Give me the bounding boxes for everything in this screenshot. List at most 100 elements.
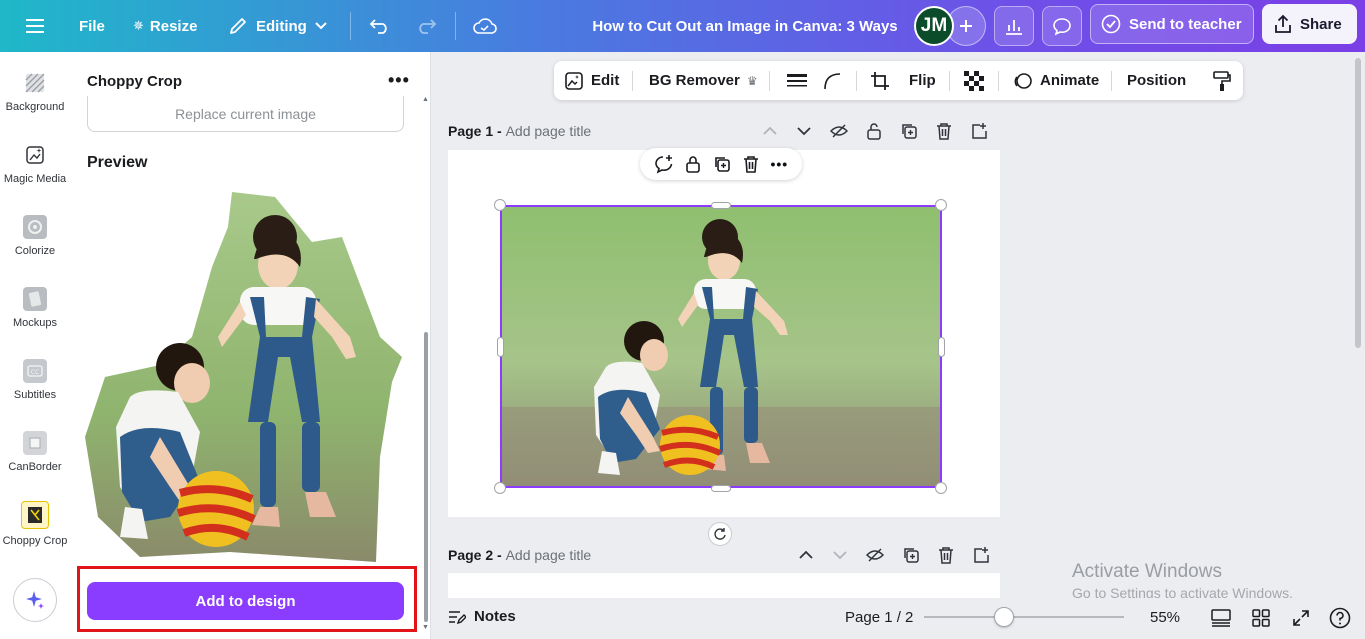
undo-icon[interactable] bbox=[369, 0, 391, 52]
resize-handle-bottom[interactable] bbox=[711, 485, 731, 492]
page-1-actions bbox=[762, 122, 988, 140]
file-menu[interactable]: File bbox=[79, 0, 105, 52]
comments-button[interactable] bbox=[1042, 6, 1082, 46]
insights-button[interactable] bbox=[994, 6, 1034, 46]
editing-mode-button[interactable]: Editing bbox=[228, 0, 327, 52]
choppy-crop-icon bbox=[21, 501, 49, 529]
trash-icon[interactable] bbox=[743, 155, 759, 173]
crop-icon[interactable] bbox=[870, 61, 890, 100]
add-page-icon[interactable] bbox=[972, 546, 990, 564]
magic-media-icon bbox=[23, 143, 47, 167]
edit-image-button[interactable]: Edit bbox=[564, 61, 619, 100]
check-circle-icon bbox=[1101, 14, 1121, 34]
document-title[interactable]: How to Cut Out an Image in Canva: 3 Ways bbox=[560, 0, 930, 52]
corner-rounding-icon[interactable] bbox=[822, 61, 842, 100]
apps-rail: Background Magic Media Colorize Mockups … bbox=[0, 52, 70, 639]
add-comment-icon[interactable] bbox=[654, 154, 674, 174]
fullscreen-icon[interactable] bbox=[1289, 606, 1313, 630]
rail-item-label: Subtitles bbox=[13, 389, 57, 401]
sparkle-icon: ✵ bbox=[133, 18, 144, 33]
replace-image-button[interactable]: Replace current image bbox=[87, 96, 404, 132]
panel-scrollbar-thumb[interactable] bbox=[424, 332, 428, 622]
resize-handle-top-right[interactable] bbox=[935, 199, 947, 211]
resize-handle-top[interactable] bbox=[711, 202, 731, 209]
delete-page-icon[interactable] bbox=[936, 122, 952, 140]
duplicate-page-icon[interactable] bbox=[902, 546, 920, 564]
avatar[interactable]: JM bbox=[914, 6, 954, 46]
animate-button[interactable]: Animate bbox=[1013, 61, 1099, 100]
flip-button[interactable]: Flip bbox=[909, 61, 936, 100]
rotate-handle[interactable] bbox=[708, 522, 732, 546]
zoom-slider-knob[interactable] bbox=[994, 607, 1014, 627]
add-to-design-button[interactable]: Add to design bbox=[87, 582, 404, 620]
chevron-down-icon[interactable] bbox=[796, 126, 812, 136]
redo-icon[interactable] bbox=[415, 0, 437, 52]
resize-button[interactable]: ✵ Resize bbox=[133, 0, 197, 52]
animate-icon bbox=[1014, 72, 1032, 89]
kids-playing-ball-photo bbox=[502, 207, 940, 486]
border-style-icon[interactable] bbox=[787, 61, 807, 100]
chevron-up-icon[interactable] bbox=[762, 126, 778, 136]
page-thumbnails-icon[interactable] bbox=[1209, 606, 1233, 630]
editing-label: Editing bbox=[256, 17, 307, 35]
position-button[interactable]: Position bbox=[1127, 61, 1186, 100]
canvas-scrollbar[interactable] bbox=[1355, 58, 1361, 348]
page-count[interactable]: Page 1 / 2 bbox=[845, 609, 913, 626]
lock-icon[interactable] bbox=[685, 155, 701, 173]
sparkle-icon bbox=[26, 591, 44, 609]
resize-handle-bottom-left[interactable] bbox=[494, 482, 506, 494]
rail-item-label: Choppy Crop bbox=[2, 535, 68, 547]
share-upload-icon bbox=[1275, 14, 1291, 33]
paint-roller-icon[interactable] bbox=[1212, 61, 1232, 100]
rail-item-label: Magic Media bbox=[3, 173, 67, 185]
resize-handle-left[interactable] bbox=[497, 337, 504, 357]
activate-windows-watermark: Activate Windows bbox=[1072, 561, 1222, 582]
hide-page-icon[interactable] bbox=[830, 123, 848, 139]
chevron-up-icon[interactable] bbox=[798, 550, 814, 560]
chevron-down-icon[interactable] bbox=[832, 550, 848, 560]
transparency-icon[interactable] bbox=[964, 61, 984, 100]
page-title-input[interactable]: Add page title bbox=[506, 123, 592, 139]
grid-view-icon[interactable] bbox=[1249, 606, 1273, 630]
resize-handle-bottom-right[interactable] bbox=[935, 482, 947, 494]
scroll-down-arrow-icon[interactable]: ▼ bbox=[422, 624, 429, 631]
rail-item-background[interactable]: Background bbox=[0, 71, 70, 113]
rail-item-mockups[interactable]: Mockups bbox=[0, 287, 70, 329]
mockups-icon bbox=[23, 287, 47, 311]
help-icon[interactable] bbox=[1328, 606, 1352, 630]
page-title-input[interactable]: Add page title bbox=[506, 547, 592, 563]
scroll-up-arrow-icon[interactable]: ▲ bbox=[422, 96, 429, 103]
rail-item-choppy-crop[interactable]: Choppy Crop bbox=[0, 501, 70, 547]
background-pattern-icon bbox=[23, 71, 47, 95]
duplicate-icon[interactable] bbox=[713, 155, 731, 173]
rail-item-label: CanBorder bbox=[8, 461, 62, 473]
share-button[interactable]: Share bbox=[1262, 4, 1357, 44]
divider bbox=[350, 12, 351, 40]
magic-assistant-button[interactable] bbox=[13, 578, 57, 622]
page-2-canvas[interactable] bbox=[448, 573, 1000, 598]
more-options-icon[interactable]: ••• bbox=[770, 156, 788, 172]
menu-icon[interactable] bbox=[26, 0, 44, 52]
page-1-label: Page 1 - Add page title bbox=[448, 123, 591, 139]
notes-button[interactable]: Notes bbox=[448, 608, 516, 625]
rail-item-colorize[interactable]: Colorize bbox=[0, 215, 70, 257]
zoom-level[interactable]: 55% bbox=[1150, 609, 1180, 626]
bg-remover-button[interactable]: BG Remover ♛ bbox=[649, 61, 758, 100]
delete-page-icon[interactable] bbox=[938, 546, 954, 564]
rail-item-magic-media[interactable]: Magic Media bbox=[0, 143, 70, 185]
more-options-icon[interactable]: ••• bbox=[388, 70, 410, 91]
add-page-icon[interactable] bbox=[970, 122, 988, 140]
rail-item-label: Background bbox=[5, 101, 65, 113]
cloud-saved-icon[interactable] bbox=[473, 0, 497, 52]
rail-item-canborder[interactable]: CanBorder bbox=[0, 431, 70, 473]
lock-icon[interactable] bbox=[866, 122, 882, 140]
resize-handle-top-left[interactable] bbox=[494, 199, 506, 211]
duplicate-page-icon[interactable] bbox=[900, 122, 918, 140]
rail-item-subtitles[interactable]: CC Subtitles bbox=[0, 359, 70, 401]
send-to-teacher-button[interactable]: Send to teacher bbox=[1090, 4, 1254, 44]
hide-page-icon[interactable] bbox=[866, 547, 884, 563]
resize-handle-right[interactable] bbox=[938, 337, 945, 357]
resize-label: Resize bbox=[149, 17, 198, 35]
selected-image[interactable] bbox=[500, 205, 942, 488]
zoom-slider-track[interactable] bbox=[924, 616, 1124, 618]
